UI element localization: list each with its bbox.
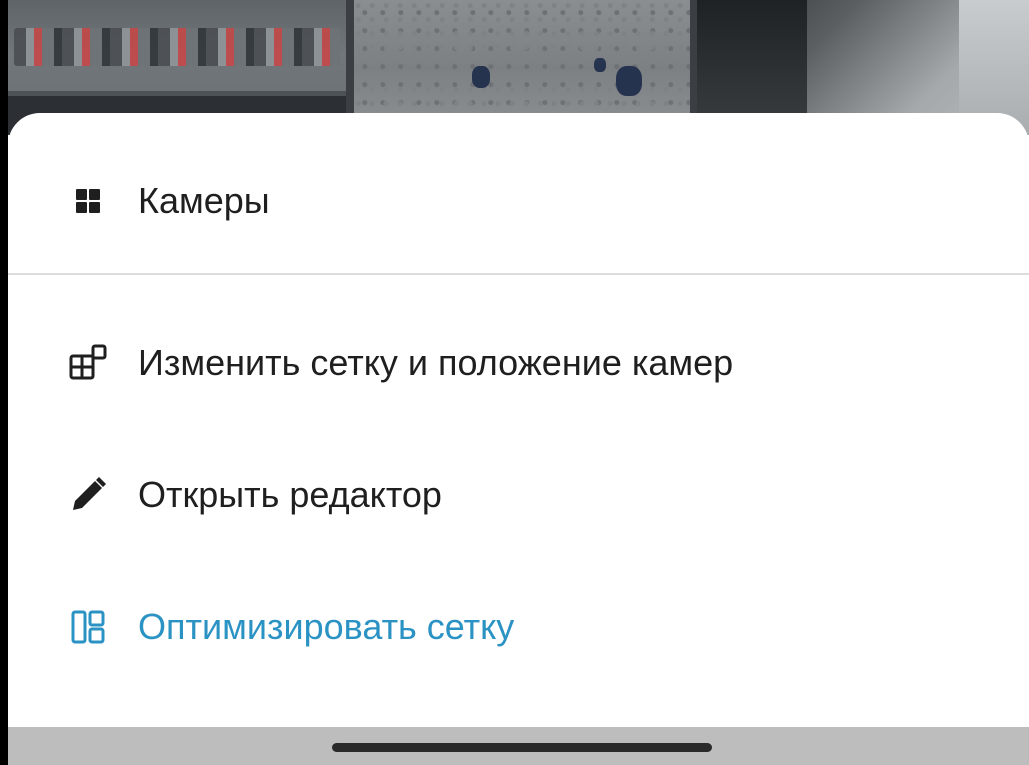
sheet-title-row: Камеры [8, 173, 1029, 229]
person-figure [594, 58, 606, 72]
layout-edit-icon [68, 343, 108, 383]
bottom-sheet: Камеры Изменить сетку и положение камер [8, 113, 1029, 727]
system-navigation-bar [8, 727, 1029, 765]
sheet-header: Камеры [8, 113, 1029, 275]
menu-item-optimize-grid[interactable]: Оптимизировать сетку [8, 597, 1029, 657]
screen-edge [0, 0, 8, 765]
menu-item-label: Оптимизировать сетку [138, 606, 515, 647]
pencil-icon [68, 475, 108, 515]
sheet-title: Камеры [138, 180, 270, 221]
menu-item-open-editor[interactable]: Открыть редактор [8, 465, 1029, 525]
home-indicator[interactable] [332, 743, 712, 752]
layout-optimize-icon [68, 607, 108, 647]
screen: Камеры Изменить сетку и положение камер [0, 0, 1029, 765]
person-figure [472, 66, 490, 88]
parked-cars-image [14, 28, 340, 66]
person-figure [616, 66, 642, 96]
menu-item-change-grid[interactable]: Изменить сетку и положение камер [8, 333, 1029, 393]
grid-icon [68, 181, 108, 221]
menu-item-label: Открыть редактор [138, 474, 442, 515]
menu-item-label: Изменить сетку и положение камер [138, 342, 734, 383]
